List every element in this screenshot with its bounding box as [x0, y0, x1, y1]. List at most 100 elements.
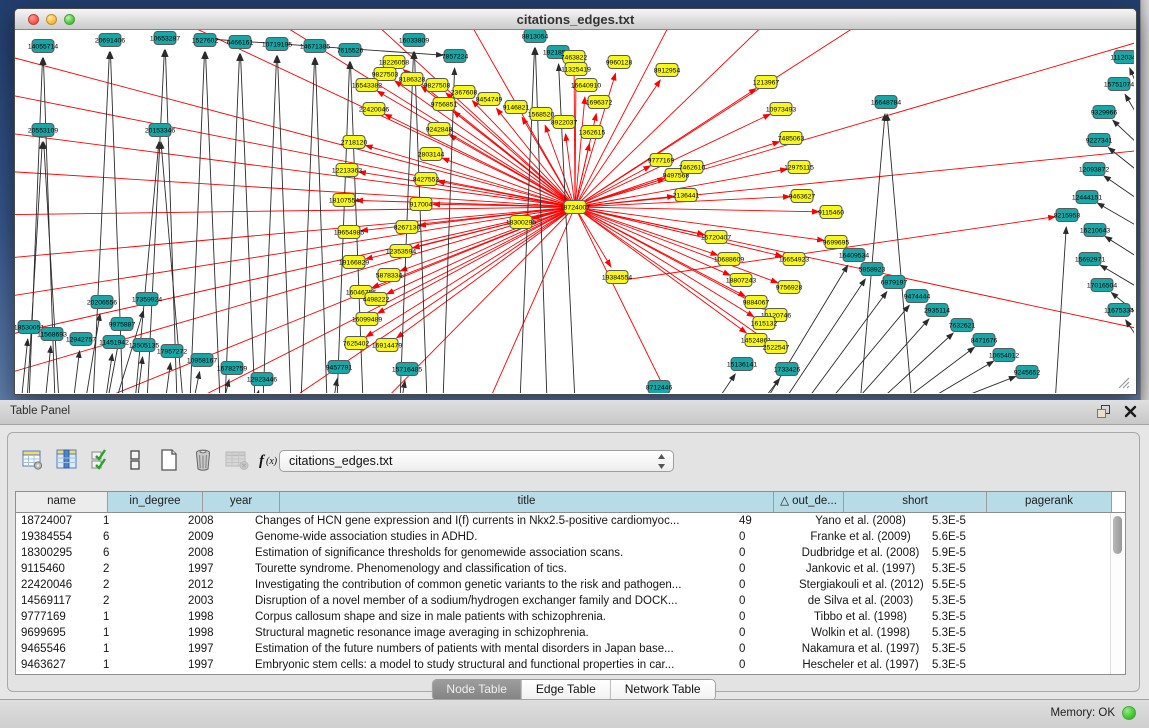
graph-node[interactable]: 18107554	[329, 194, 359, 207]
graph-node[interactable]: 12353594	[386, 245, 416, 258]
graph-node[interactable]: 14055714	[28, 40, 58, 53]
graph-node[interactable]: 12942757	[66, 333, 96, 346]
graph-node[interactable]: 7462610	[679, 161, 706, 174]
graph-node[interactable]: 18300295	[506, 216, 536, 229]
graph-node[interactable]: 9777169	[648, 154, 675, 167]
table-scrollbar[interactable]	[1110, 513, 1124, 674]
graph-node[interactable]: 1696372	[586, 96, 613, 109]
table-row[interactable]: 946554611997Estimation of the future num…	[16, 641, 1125, 657]
table-row[interactable]: 977716911998Corpus callosum shape and si…	[16, 609, 1125, 625]
column-header-short[interactable]: short	[844, 492, 987, 512]
graph-node[interactable]: 8471676	[971, 334, 998, 347]
graph-node[interactable]: 18724007	[560, 201, 590, 214]
new-table-icon[interactable]	[154, 447, 184, 473]
graph-node[interactable]: 2367608	[451, 86, 478, 99]
graph-node[interactable]: 9115460	[818, 206, 844, 219]
graph-node[interactable]: 22420046	[359, 103, 389, 116]
graph-node[interactable]: 7485063	[778, 132, 805, 145]
graph-node[interactable]: 12093872	[1079, 163, 1109, 176]
graph-node[interactable]: 8215958	[1054, 209, 1081, 222]
graph-node[interactable]: 20691406	[95, 34, 125, 47]
close-panel-icon[interactable]	[1122, 403, 1139, 420]
graph-node[interactable]: 9960128	[606, 56, 633, 69]
graph-node[interactable]: 917004	[410, 198, 433, 211]
graph-node[interactable]: 7632621	[949, 319, 976, 332]
graph-node[interactable]: 4498222	[363, 293, 390, 306]
graph-node[interactable]: 9827508	[424, 79, 451, 92]
network-canvas[interactable]: 1872400714055714206914061065328715276026…	[15, 30, 1134, 393]
graph-node[interactable]: 2935114	[924, 304, 950, 317]
column-header-title[interactable]: title	[280, 492, 774, 512]
graph-node[interactable]: 9884067	[743, 296, 770, 309]
table-row[interactable]: 1830029562008Estimation of significance …	[16, 545, 1125, 561]
network-view-window[interactable]: citations_edges.txt 18724007140557142069…	[14, 8, 1137, 395]
graph-node[interactable]: 1615132	[751, 317, 778, 330]
graph-node[interactable]: 7615526	[337, 44, 364, 57]
graph-node[interactable]: 8922037	[551, 116, 578, 129]
graph-node[interactable]: 10719195	[262, 38, 292, 51]
graph-node[interactable]: 16648784	[871, 96, 901, 109]
graph-node[interactable]: 9699695	[823, 236, 850, 249]
graph-node[interactable]: 11120342	[1110, 51, 1134, 64]
graph-node[interactable]: 18807243	[726, 274, 756, 287]
graph-node[interactable]: 14671385	[300, 40, 330, 53]
graph-node[interactable]: 9146821	[503, 101, 530, 114]
graph-node[interactable]: 12923446	[247, 373, 277, 386]
graph-node[interactable]: 9242848	[426, 123, 453, 136]
desktop-scrollbar[interactable]	[1140, 0, 1149, 400]
graph-node[interactable]: 16099489	[352, 313, 382, 326]
graph-node[interactable]: 16033809	[399, 34, 429, 47]
graph-node[interactable]: 9463627	[789, 190, 816, 203]
graph-node[interactable]: 7625402	[343, 337, 370, 350]
graph-node[interactable]: 12444151	[1072, 191, 1102, 204]
graph-node[interactable]: 16654923	[779, 253, 809, 266]
graph-node[interactable]: 10973493	[766, 103, 796, 116]
graph-node[interactable]: 19384554	[602, 271, 632, 284]
graph-node[interactable]: 16914479	[372, 339, 402, 352]
graph-node[interactable]: 17359924	[132, 293, 162, 306]
graph-node[interactable]: 10654012	[989, 349, 1019, 362]
graph-node[interactable]: 13505135	[129, 339, 159, 352]
tab-edge-table[interactable]: Edge Table	[522, 680, 611, 700]
graph-node[interactable]: 17016504	[1087, 279, 1117, 292]
graph-node[interactable]: 19166829	[339, 256, 369, 269]
graph-node[interactable]: 8427552	[413, 173, 440, 186]
graph-node[interactable]: 8912954	[654, 64, 681, 77]
graph-node[interactable]: 11675334	[1104, 304, 1134, 317]
graph-node[interactable]: 11325419	[561, 63, 591, 76]
graph-node[interactable]: 10688609	[714, 253, 744, 266]
window-resize-grip[interactable]	[1119, 378, 1129, 388]
graph-node[interactable]: 11568693	[37, 328, 67, 341]
graph-node[interactable]: 8186328	[399, 73, 426, 86]
network-canvas-area[interactable]: 1872400714055714206914061065328715276026…	[15, 30, 1134, 393]
graph-node[interactable]: 5958923	[859, 263, 886, 276]
table-row[interactable]: 911546021997Tourette syndrome. Phenomeno…	[16, 561, 1125, 577]
column-header-in_degree[interactable]: in_degree	[108, 492, 203, 512]
table-row[interactable]: 1938455462009Genome-wide association stu…	[16, 529, 1125, 545]
graph-node[interactable]: 2718120	[341, 136, 368, 149]
tab-network-table[interactable]: Network Table	[611, 680, 715, 700]
graph-node[interactable]: 2136441	[673, 189, 700, 202]
graph-node[interactable]: 8813054	[522, 30, 549, 43]
graph-node[interactable]: 12213363	[332, 164, 362, 177]
graph-node[interactable]: 20153346	[145, 124, 175, 137]
graph-node[interactable]: 9975887	[109, 318, 136, 331]
graph-node[interactable]: 9474444	[904, 290, 931, 303]
graph-node[interactable]: 15136141	[727, 358, 757, 371]
column-header-name[interactable]: name	[16, 492, 108, 512]
graph-node[interactable]: 9245652	[1014, 366, 1041, 379]
table-row[interactable]: 1456911722003Disruption of a novel membe…	[16, 593, 1125, 609]
graph-node[interactable]: 1527602	[192, 34, 219, 47]
graph-node[interactable]: 16210643	[1080, 224, 1110, 237]
graph-node[interactable]: 15720407	[701, 231, 731, 244]
graph-node[interactable]: 2803144	[418, 148, 445, 161]
column-header-out_degree[interactable]: △ out_de...	[774, 492, 844, 512]
graph-node[interactable]: 15716485	[392, 363, 422, 376]
graph-node[interactable]: 18226058	[379, 56, 409, 69]
graph-node[interactable]: 1733426	[774, 363, 801, 376]
select-rows-icon[interactable]	[86, 447, 116, 473]
graph-node[interactable]: 16640910	[571, 79, 601, 92]
table-row[interactable]: 969969511998Structural magnetic resonanc…	[16, 625, 1125, 641]
graph-node[interactable]: 15692971	[1075, 253, 1105, 266]
table-select-dropdown[interactable]: citations_edges.txt	[279, 450, 674, 472]
